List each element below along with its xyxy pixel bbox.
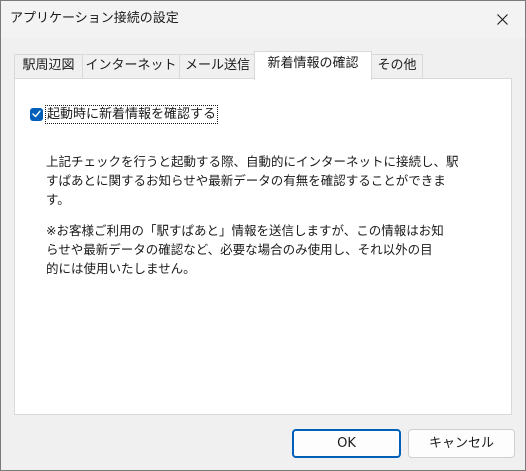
tab-internet[interactable]: インターネット <box>82 54 180 78</box>
tab-station-map[interactable]: 駅周辺図 <box>14 54 83 78</box>
tab-mail[interactable]: メール送信 <box>179 54 256 78</box>
tab-news-check[interactable]: 新着情報の確認 <box>254 51 372 80</box>
close-button[interactable] <box>479 1 525 38</box>
tab-other[interactable]: その他 <box>371 54 423 78</box>
check-icon <box>32 110 41 118</box>
close-icon <box>496 14 508 25</box>
description-text: 上記チェックを行うと起動する際、自動的にインターネットに接続し、駅 すぱあとに関… <box>46 154 459 207</box>
startup-checkbox-label[interactable]: 起動時に新着情報を確認する <box>44 104 219 124</box>
startup-checkbox[interactable] <box>30 107 43 121</box>
privacy-note-text: ※お客様ご利用の「駅すぱあと」情報を送信しますが、この情報はお知 らせや最新デー… <box>46 223 444 276</box>
startup-check-option[interactable]: 起動時に新着情報を確認する <box>30 104 219 124</box>
cancel-button[interactable]: キャンセル <box>408 429 515 458</box>
tab-panel: 起動時に新着情報を確認する 上記チェックを行うと起動する際、自動的にインターネッ… <box>14 78 512 415</box>
window-title: アプリケーション接続の設定 <box>10 11 179 26</box>
dialog-window: アプリケーション接続の設定 駅周辺図 インターネット メール送信 新着情報の確認… <box>0 0 526 471</box>
ok-button[interactable]: OK <box>292 429 401 458</box>
title-bar[interactable]: アプリケーション接続の設定 <box>1 1 525 38</box>
